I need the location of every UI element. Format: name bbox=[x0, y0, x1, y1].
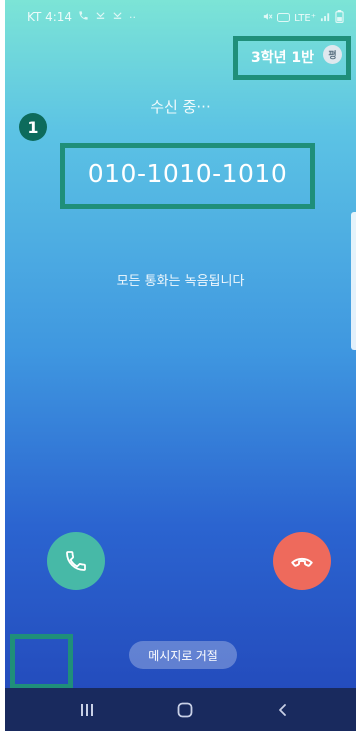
status-bar: KT 4:14 ·· LTE⁺ bbox=[5, 0, 356, 36]
status-right: LTE⁺ bbox=[262, 10, 344, 26]
step-number-badge: 1 bbox=[19, 113, 47, 141]
back-icon bbox=[279, 703, 286, 716]
phone-hangup-icon bbox=[291, 557, 313, 567]
group-badge-icon: 평 bbox=[323, 45, 342, 64]
edge-panel-handle[interactable] bbox=[351, 212, 356, 350]
incoming-call-screen: KT 4:14 ·· LTE⁺ 3학년 1반 평 1 수신 중··· 010-1… bbox=[5, 0, 356, 731]
reject-with-message-button[interactable]: 메시지로 거절 bbox=[129, 641, 237, 669]
call-icon bbox=[78, 10, 89, 24]
status-left: KT 4:14 ·· bbox=[27, 10, 136, 24]
missed-call-icon bbox=[95, 10, 106, 24]
recent-apps-icon bbox=[81, 703, 93, 716]
network-type: LTE⁺ bbox=[294, 12, 316, 24]
battery-icon bbox=[335, 10, 344, 26]
phone-number-area: 010-1010-1010 bbox=[60, 143, 315, 209]
contact-group-tag: 3학년 1반 평 bbox=[233, 36, 351, 80]
group-label: 3학년 1반 bbox=[251, 50, 314, 66]
home-button[interactable] bbox=[155, 688, 215, 731]
back-button[interactable] bbox=[253, 688, 313, 731]
recent-apps-button[interactable] bbox=[57, 688, 117, 731]
call-status-text: 수신 중··· bbox=[150, 98, 211, 116]
volte-icon bbox=[277, 12, 291, 25]
decline-call-button[interactable] bbox=[273, 532, 331, 590]
more-notifications-icon: ·· bbox=[129, 10, 137, 24]
navigation-bar bbox=[5, 688, 356, 731]
missed-call-icon-2 bbox=[112, 10, 123, 24]
signal-icon bbox=[320, 11, 331, 25]
home-icon bbox=[177, 702, 193, 717]
phone-icon bbox=[66, 551, 86, 571]
highlight-box-corner bbox=[10, 634, 73, 689]
answer-call-button[interactable] bbox=[47, 532, 105, 590]
carrier-time: KT 4:14 bbox=[27, 10, 73, 24]
phone-number: 010-1010-1010 bbox=[87, 159, 288, 188]
mute-icon bbox=[262, 11, 273, 25]
record-notice: 모든 통화는 녹음됩니다 bbox=[116, 274, 245, 289]
